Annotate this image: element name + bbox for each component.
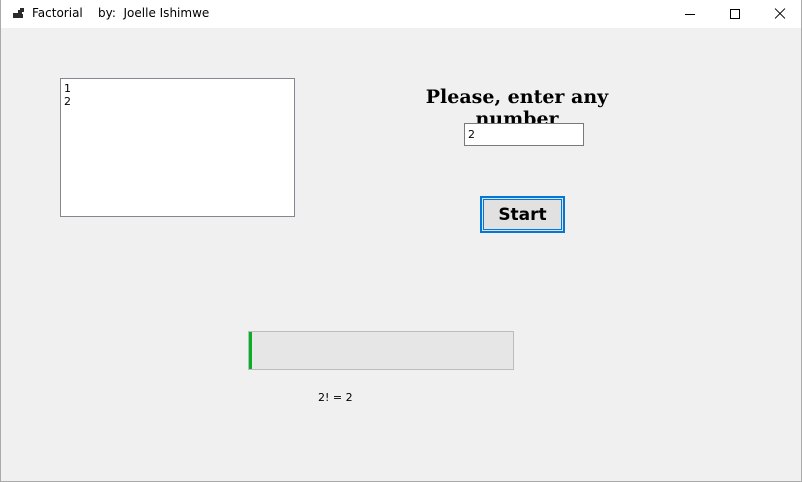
window-author: by: Joelle Ishimwe	[98, 6, 210, 20]
result-label: 2! = 2	[318, 391, 353, 404]
title-bar[interactable]: Factorial by: Joelle Ishimwe	[1, 0, 801, 28]
app-icon	[13, 8, 25, 20]
minimize-button[interactable]	[667, 0, 713, 28]
start-button[interactable]: Start	[480, 196, 565, 233]
window-title: Factorial	[32, 6, 83, 20]
progress-fill	[249, 332, 252, 369]
number-input[interactable]	[464, 123, 584, 146]
list-item[interactable]: 1	[64, 82, 294, 95]
progress-bar	[248, 331, 514, 370]
maximize-icon	[730, 9, 740, 19]
maximize-button[interactable]	[712, 0, 758, 28]
close-icon	[774, 8, 786, 20]
results-listbox[interactable]: 1 2	[60, 78, 295, 217]
minimize-icon	[685, 13, 695, 15]
close-button[interactable]	[757, 0, 802, 28]
app-window: Factorial by: Joelle Ishimwe 1 2 Please,…	[0, 0, 802, 482]
list-item[interactable]: 2	[64, 95, 294, 108]
